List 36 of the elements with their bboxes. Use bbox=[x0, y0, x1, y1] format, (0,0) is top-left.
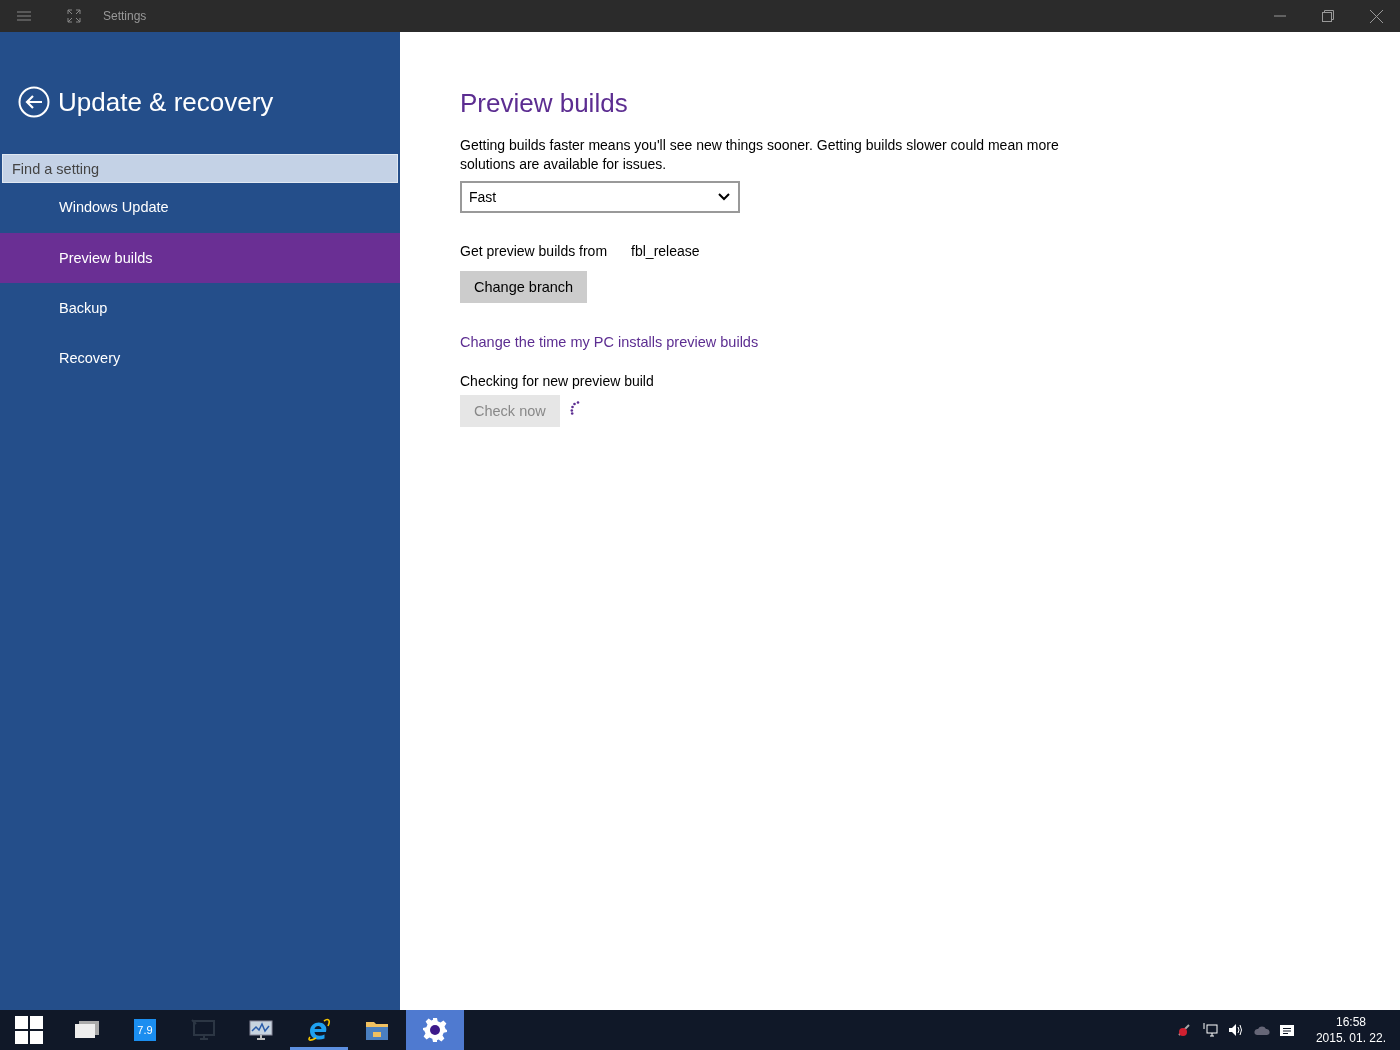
e-logo-icon bbox=[307, 1018, 331, 1042]
cloud-icon[interactable] bbox=[1253, 1024, 1270, 1036]
sidebar-item[interactable]: Preview builds bbox=[0, 233, 400, 283]
change-branch-button[interactable]: Change branch bbox=[460, 271, 588, 303]
check-status-text: Checking for new preview build bbox=[460, 373, 654, 389]
expand-icon[interactable] bbox=[67, 9, 81, 23]
sidebar-item[interactable]: Backup bbox=[0, 283, 400, 333]
chevron-icon bbox=[718, 193, 730, 201]
clock-date: 2015. 01. 22. bbox=[1315, 1030, 1386, 1046]
section-heading: Preview builds bbox=[460, 88, 628, 118]
search-field[interactable]: Find a setting bbox=[2, 154, 398, 183]
settings-icon bbox=[422, 1017, 448, 1043]
schedule-link[interactable]: Change the time my PC installs preview builds bbox=[460, 334, 759, 350]
clock-time: 16:58 bbox=[1335, 1014, 1366, 1030]
taskbar-app[interactable] bbox=[406, 1010, 464, 1050]
volume-icon[interactable] bbox=[1227, 1022, 1244, 1038]
branch-label: Get preview builds from bbox=[460, 243, 608, 259]
sidebar-item[interactable]: Windows Update bbox=[0, 181, 400, 233]
branch-value: fbl_release bbox=[631, 243, 700, 259]
ring-dropdown[interactable]: Fast bbox=[460, 181, 740, 213]
windows-logo-icon bbox=[15, 1016, 43, 1044]
clock[interactable]: 16:58 2015. 01. 22. bbox=[1315, 1014, 1386, 1046]
network-icon[interactable] bbox=[1201, 1022, 1218, 1038]
sidebar-item[interactable]: Recovery bbox=[0, 333, 400, 383]
description-text: Getting builds faster means you'll see new things sooner. Getting builds slower could mean more solutions are available for issues. bbox=[460, 136, 1060, 174]
monitor-icon bbox=[191, 1019, 215, 1041]
message-icon[interactable] bbox=[1279, 1024, 1294, 1036]
window-title: Settings bbox=[103, 9, 147, 23]
back-icon[interactable] bbox=[18, 86, 50, 118]
page-title: Update & recovery bbox=[58, 86, 274, 118]
close-icon bbox=[1369, 9, 1383, 23]
restore-icon bbox=[1322, 10, 1334, 22]
windows-icon bbox=[75, 1021, 99, 1039]
folder-icon bbox=[365, 1019, 389, 1041]
chart-monitor-icon bbox=[249, 1019, 273, 1041]
score-tile: 7.9 bbox=[134, 1019, 156, 1041]
